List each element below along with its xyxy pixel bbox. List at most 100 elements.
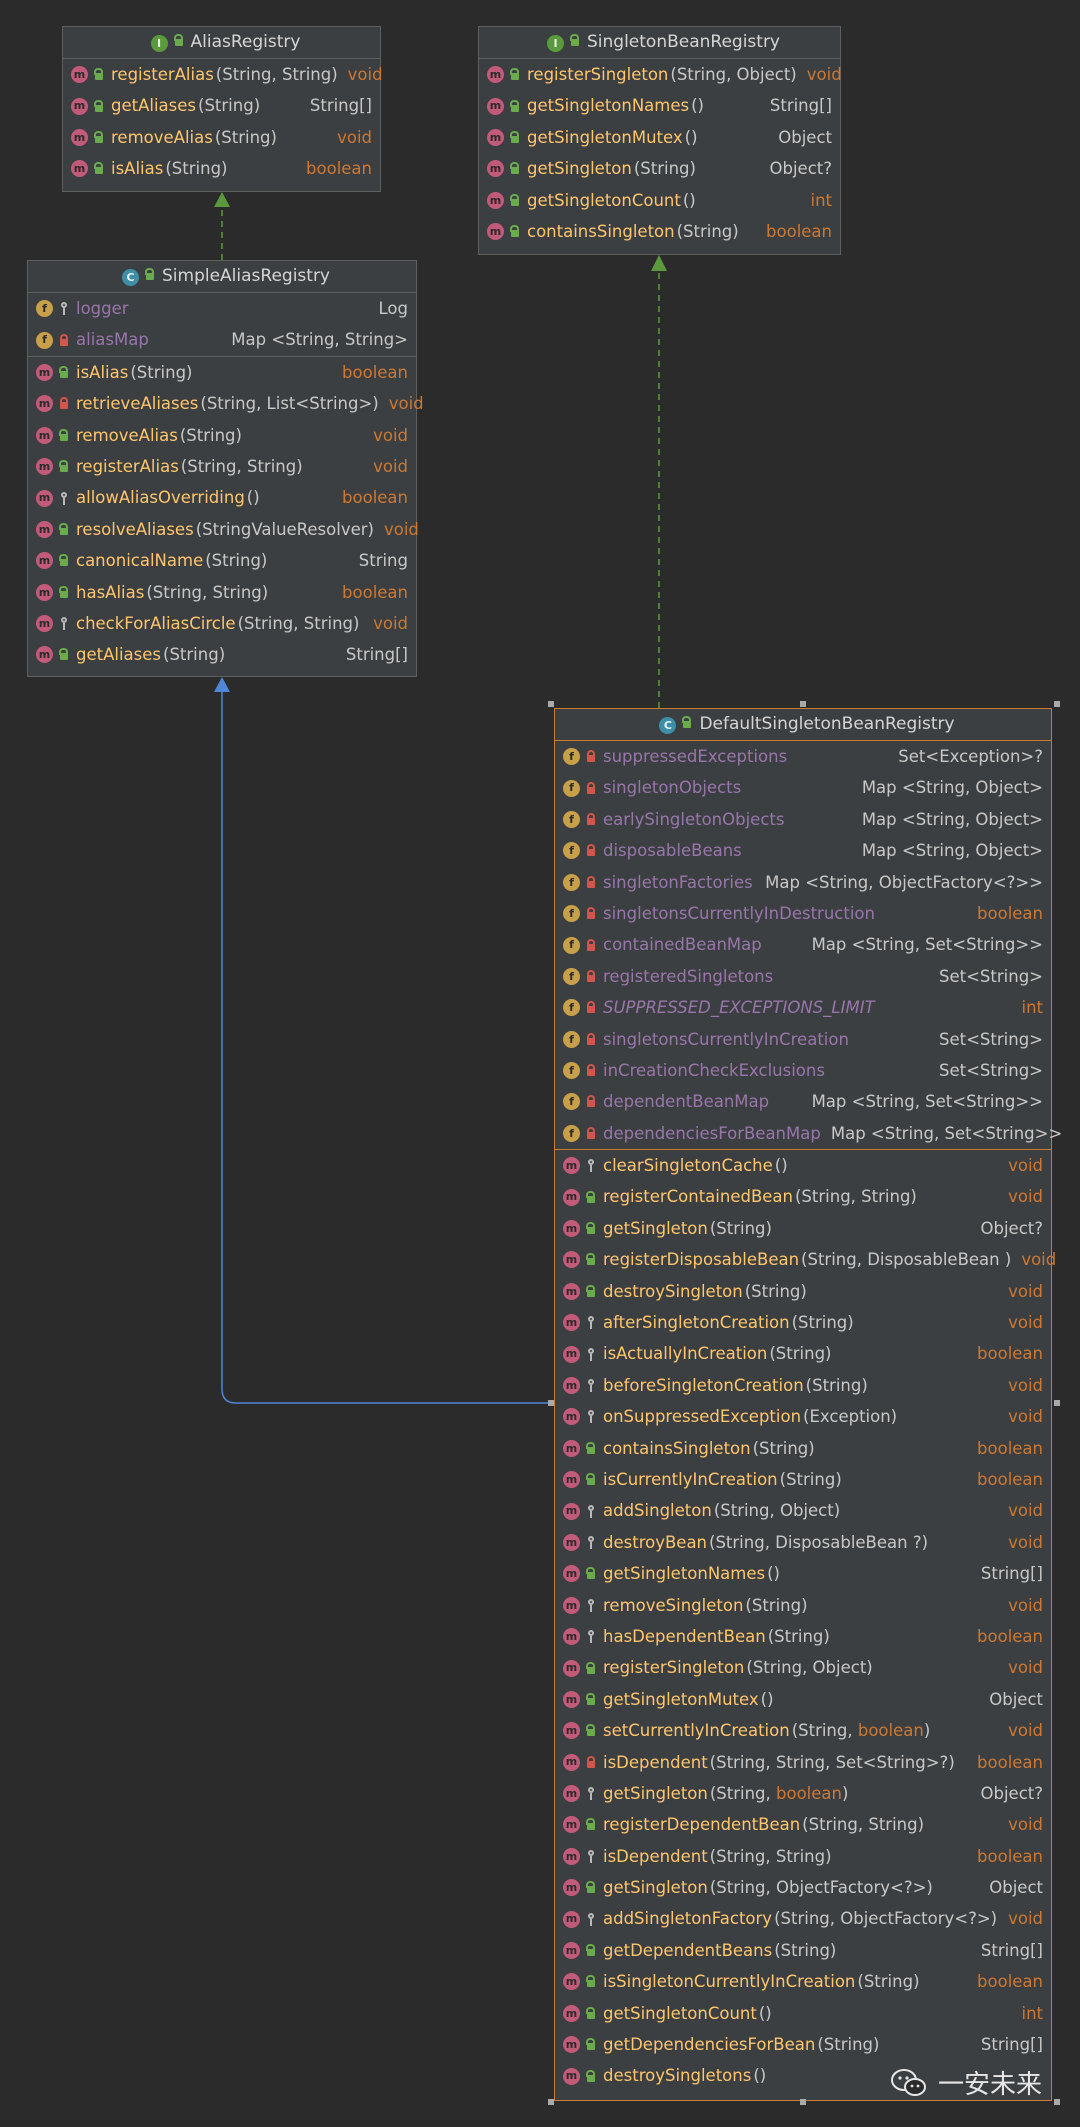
field-row[interactable]: f registeredSingletons Set<String> — [555, 961, 1051, 992]
method-row[interactable]: m getDependentBeans (String) String[] — [555, 1935, 1051, 1966]
resize-handle-middle-left[interactable] — [548, 1400, 554, 1406]
method-row[interactable]: m addSingletonFactory (String, ObjectFacto… — [555, 1903, 1051, 1934]
method-row[interactable]: m registerContainedBean (String, String) vo… — [555, 1181, 1051, 1212]
method-name: getAliases — [76, 645, 162, 665]
private-icon — [585, 750, 597, 763]
method-name: destroySingleton — [603, 1281, 743, 1301]
field-row[interactable]: f singletonFactories Map <String, ObjectFa… — [555, 867, 1051, 898]
method-row[interactable]: m registerDependentBean (String, String) vo… — [555, 1809, 1051, 1840]
method-row[interactable]: m beforeSingletonCreation (String) void — [555, 1370, 1051, 1401]
resize-handle-top-middle[interactable] — [800, 701, 806, 707]
method-return-type: int — [810, 190, 832, 210]
method-row[interactable]: m onSuppressedException (Exception) void — [555, 1401, 1051, 1432]
resize-handle-top-right[interactable] — [1054, 701, 1060, 707]
method-return-type: void — [1021, 1250, 1057, 1270]
method-row[interactable]: m getSingleton (String, boolean) Object? — [555, 1778, 1051, 1809]
method-row[interactable]: m containsSingleton (String) boolean — [555, 1433, 1051, 1464]
method-row[interactable]: m destroyBean (String, DisposableBean ?) vo… — [555, 1527, 1051, 1558]
field-row[interactable]: f aliasMap Map <String, String> — [28, 324, 416, 355]
resize-handle-middle-right[interactable] — [1054, 1400, 1060, 1406]
method-row[interactable]: m removeSingleton (String) void — [555, 1590, 1051, 1621]
methods-section: m registerSingleton (String, Object) void m g… — [479, 59, 842, 247]
field-row[interactable]: f singletonObjects Map <String, Object> — [555, 772, 1051, 803]
field-row[interactable]: f inCreationCheckExclusions Set<String> — [555, 1055, 1051, 1086]
field-row[interactable]: f dependenciesForBeanMap Map <String, Set<… — [555, 1118, 1062, 1149]
method-row[interactable]: m getSingleton (String) Object? — [479, 153, 840, 184]
method-row[interactable]: m getSingletonNames() String[] — [555, 1558, 1051, 1589]
resize-handle-top-left[interactable] — [548, 701, 554, 707]
method-params: (String, String) — [237, 613, 360, 633]
method-row[interactable]: m getSingletonCount() int — [479, 185, 840, 216]
method-row[interactable]: m getSingletonNames() String[] — [479, 90, 840, 121]
resize-handle-bottom-left[interactable] — [548, 2099, 554, 2105]
method-row[interactable]: m getSingletonMutex() Object — [479, 122, 840, 153]
method-row[interactable]: m getSingleton (String) Object? — [555, 1213, 1051, 1244]
method-row[interactable]: m isAlias (String) boolean — [28, 357, 416, 388]
default-singleton-bean-registry-class[interactable]: C DefaultSingletonBeanRegistry f suppresse… — [554, 708, 1062, 2101]
method-return-type: boolean — [977, 1626, 1043, 1646]
public-icon — [585, 1692, 597, 1706]
method-row[interactable]: m clearSingletonCache() void — [555, 1150, 1051, 1181]
field-row[interactable]: f containedBeanMap Map <String, Set<String… — [555, 929, 1051, 960]
method-row[interactable]: m isDependent (String, String) boolean — [555, 1841, 1051, 1872]
method-row[interactable]: m isAlias (String) boolean — [63, 153, 380, 184]
method-row[interactable]: m registerAlias (String, String) void — [28, 451, 416, 482]
method-row[interactable]: m getSingleton (String, ObjectFactory<?>) O… — [555, 1872, 1051, 1903]
method-row[interactable]: m hasAlias (String, String) boolean — [28, 577, 416, 608]
public-icon — [585, 1881, 597, 1894]
method-row[interactable]: m retrieveAliases (String, List<String>) vo… — [28, 388, 424, 419]
method-row[interactable]: m destroySingleton (String) void — [555, 1276, 1051, 1307]
method-row[interactable]: m checkForAliasCircle (String, String) void — [28, 608, 416, 639]
method-row[interactable]: m getSingletonMutex() Object — [555, 1684, 1051, 1715]
method-row[interactable]: m isSingletonCurrentlyInCreation (String) b… — [555, 1966, 1051, 1997]
method-row[interactable]: m registerDisposableBean (String, Disposab… — [555, 1244, 1056, 1275]
method-row[interactable]: m registerSingleton (String, Object) void — [555, 1652, 1051, 1683]
method-params: (String, ObjectFactory<?>) — [709, 1878, 933, 1898]
field-row[interactable]: f disposableBeans Map <String, Object> — [555, 835, 1051, 866]
method-icon: m — [36, 646, 53, 664]
field-row[interactable]: f earlySingletonObjects Map <String, Objec… — [555, 804, 1051, 835]
field-row[interactable]: f singletonsCurrentlyInDestruction boolean — [555, 898, 1051, 929]
method-row[interactable]: m isDependent (String, String, Set<String>… — [555, 1747, 1051, 1778]
method-icon: m — [36, 458, 53, 476]
class-header: C DefaultSingletonBeanRegistry — [555, 709, 1051, 741]
field-row[interactable]: f singletonsCurrentlyInCreation Set<String… — [555, 1024, 1051, 1055]
method-row[interactable]: m allowAliasOverriding() boolean — [28, 482, 416, 513]
simple-alias-registry-class[interactable]: C SimpleAliasRegistry f logger Log f aliasMap… — [27, 260, 424, 677]
method-icon: m — [563, 1785, 580, 1803]
field-row[interactable]: f logger Log — [28, 293, 416, 324]
field-row[interactable]: f SUPPRESSED_EXCEPTIONS_LIMIT int — [555, 992, 1051, 1023]
method-row[interactable]: m getAliases (String) String[] — [63, 90, 380, 121]
method-row[interactable]: m getSingletonCount() int — [555, 1998, 1051, 2029]
method-row[interactable]: m registerSingleton (String, Object) void — [479, 59, 842, 90]
method-row[interactable]: m removeAlias (String) void — [63, 122, 380, 153]
method-row[interactable]: m isActuallyInCreation (String) boolean — [555, 1338, 1051, 1369]
method-row[interactable]: m registerAlias (String, String) void — [63, 59, 383, 90]
method-row[interactable]: m addSingleton (String, Object) void — [555, 1495, 1051, 1526]
public-icon — [93, 68, 105, 81]
alias-registry-interface[interactable]: I AliasRegistry m registerAlias (String, St… — [62, 26, 383, 192]
method-row[interactable]: m afterSingletonCreation (String) void — [555, 1307, 1051, 1338]
method-icon: m — [563, 2067, 580, 2085]
method-return-type: boolean — [977, 1344, 1043, 1364]
method-icon: m — [563, 1628, 580, 1646]
method-row[interactable]: m containsSingleton (String) boolean — [479, 216, 840, 247]
method-row[interactable]: m getDependenciesForBean (String) String[] — [555, 2029, 1051, 2060]
method-icon: m — [563, 1879, 580, 1897]
singleton-bean-registry-interface[interactable]: I SingletonBeanRegistry m registerSingleto… — [478, 26, 842, 255]
method-row[interactable]: m hasDependentBean (String) boolean — [555, 1621, 1051, 1652]
method-icon: m — [563, 1847, 580, 1865]
field-row[interactable]: f suppressedExceptions Set<Exception>? — [555, 741, 1051, 772]
method-icon: m — [36, 489, 53, 507]
method-row[interactable]: m getAliases (String) String[] — [28, 639, 416, 670]
resize-handle-bottom-middle[interactable] — [800, 2099, 806, 2105]
field-type: int — [1021, 998, 1043, 1018]
method-row[interactable]: m setCurrentlyInCreation (String, boolean)… — [555, 1715, 1051, 1746]
method-name: removeSingleton — [603, 1595, 744, 1615]
field-row[interactable]: f dependentBeanMap Map <String, Set<String… — [555, 1086, 1051, 1117]
method-row[interactable]: m resolveAliases (StringValueResolver) void — [28, 514, 419, 545]
resize-handle-bottom-right[interactable] — [1054, 2099, 1060, 2105]
method-row[interactable]: m canonicalName (String) String — [28, 545, 416, 576]
method-row[interactable]: m isCurrentlyInCreation (String) boolean — [555, 1464, 1051, 1495]
method-row[interactable]: m removeAlias (String) void — [28, 420, 416, 451]
